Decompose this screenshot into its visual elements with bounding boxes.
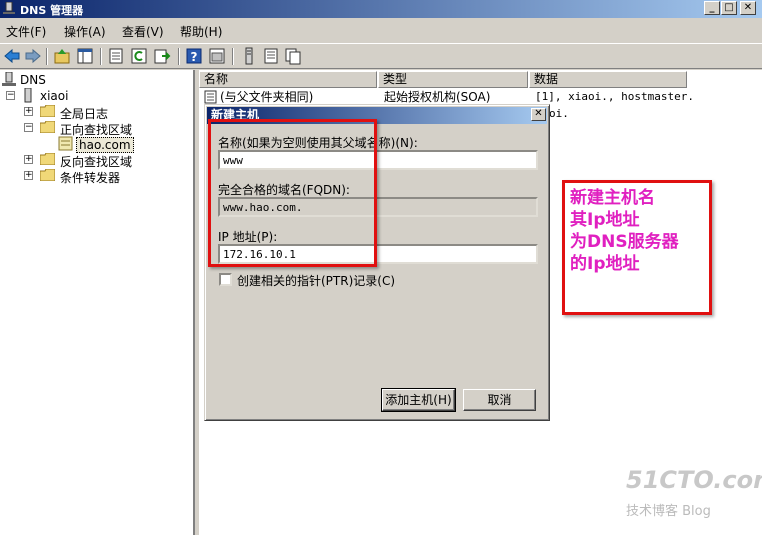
show-hide-tree-icon[interactable] bbox=[76, 47, 94, 65]
maximize-button[interactable]: □ bbox=[721, 1, 737, 15]
cell-type: 起始授权机构(SOA) bbox=[384, 90, 491, 104]
cell-name: (与父文件夹相同) bbox=[220, 90, 314, 104]
menu-view[interactable]: 查看(V) bbox=[122, 23, 164, 40]
forward-icon[interactable] bbox=[24, 47, 42, 65]
dns-app-icon bbox=[3, 2, 15, 14]
open-folder-icon bbox=[40, 121, 55, 133]
tree-label-reverse-zones: 反向查找区域 bbox=[60, 155, 133, 169]
ptr-record-label: 创建相关的指针(PTR)记录(C) bbox=[237, 274, 396, 288]
tree-label-hao-com: hao.com bbox=[76, 137, 134, 153]
menu-file[interactable]: 文件(F) bbox=[6, 23, 46, 40]
toolbar-separator bbox=[178, 48, 180, 65]
back-icon[interactable] bbox=[3, 47, 21, 65]
refresh-icon[interactable] bbox=[130, 47, 148, 65]
annotation-note: 新建主机名 其Ip地址 为DNS服务器 的Ip地址 bbox=[570, 187, 710, 275]
annotation-line: 其Ip地址 bbox=[570, 210, 640, 230]
watermark-logo: 51CTO.com bbox=[626, 466, 762, 494]
show-console-tree-icon[interactable] bbox=[208, 47, 226, 65]
list-icon[interactable] bbox=[262, 47, 280, 65]
cell-data: [1], xiaoi., hostmaster. bbox=[535, 90, 694, 103]
column-header-type[interactable]: 类型 bbox=[378, 71, 528, 88]
tree-label-global-log: 全局日志 bbox=[60, 107, 109, 121]
svg-text:?: ? bbox=[191, 50, 198, 64]
add-host-button[interactable]: 添加主机(H) bbox=[381, 388, 456, 412]
title-bar: DNS 管理器 _ □ ✕ bbox=[0, 0, 762, 18]
cancel-button[interactable]: 取消 bbox=[463, 389, 536, 411]
toolbar-separator bbox=[100, 48, 102, 65]
annotation-line: 为DNS服务器 bbox=[570, 232, 679, 252]
menu-action[interactable]: 操作(A) bbox=[64, 23, 106, 40]
zone-icon bbox=[58, 136, 73, 151]
toolbar-separator bbox=[46, 48, 48, 65]
annotation-line: 新建主机名 bbox=[570, 188, 655, 208]
tree-pane: DNS − xiaoi + 全局日志 − 正向查找区域 hao.com + 反向… bbox=[0, 70, 195, 535]
tree-label-dns: DNS bbox=[20, 73, 46, 87]
dns-server-icon bbox=[2, 72, 16, 86]
folder-icon bbox=[40, 169, 55, 181]
up-folder-icon[interactable] bbox=[53, 47, 71, 65]
column-header-name[interactable]: 名称 bbox=[199, 71, 377, 88]
properties-icon[interactable] bbox=[107, 47, 125, 65]
help-icon[interactable]: ? bbox=[185, 47, 203, 65]
dialog-close-button[interactable]: ✕ bbox=[531, 108, 546, 121]
ptr-record-checkbox[interactable] bbox=[219, 273, 232, 286]
server-icon[interactable] bbox=[240, 47, 258, 65]
collapse-icon[interactable]: − bbox=[24, 123, 33, 132]
server-icon bbox=[24, 88, 32, 103]
menu-help[interactable]: 帮助(H) bbox=[180, 23, 222, 40]
record-icon bbox=[204, 90, 217, 104]
minimize-button[interactable]: _ bbox=[704, 1, 720, 15]
toolbar-separator bbox=[232, 48, 234, 65]
export-icon[interactable] bbox=[153, 47, 171, 65]
toolbar: ? bbox=[0, 43, 762, 69]
folder-icon bbox=[40, 105, 55, 117]
close-button[interactable]: ✕ bbox=[740, 1, 756, 15]
menu-bar: 文件(F) 操作(A) 查看(V) 帮助(H) bbox=[0, 20, 762, 42]
expand-icon[interactable]: + bbox=[24, 155, 33, 164]
cell-data: oi. bbox=[549, 107, 569, 120]
annotation-highlight-box bbox=[208, 119, 377, 267]
expand-icon[interactable]: + bbox=[24, 107, 33, 116]
collapse-icon[interactable]: − bbox=[6, 91, 15, 100]
annotation-line: 的Ip地址 bbox=[570, 254, 640, 274]
tree-label-server: xiaoi bbox=[40, 89, 69, 103]
tree-label-conditional-forwarders: 条件转发器 bbox=[60, 171, 121, 185]
expand-icon[interactable]: + bbox=[24, 171, 33, 180]
column-header-data[interactable]: 数据 bbox=[529, 71, 687, 88]
watermark-subtitle: 技术博客 Blog bbox=[626, 504, 711, 519]
window-title: DNS 管理器 bbox=[20, 4, 84, 17]
copy-icon[interactable] bbox=[284, 47, 302, 65]
folder-icon bbox=[40, 153, 55, 165]
